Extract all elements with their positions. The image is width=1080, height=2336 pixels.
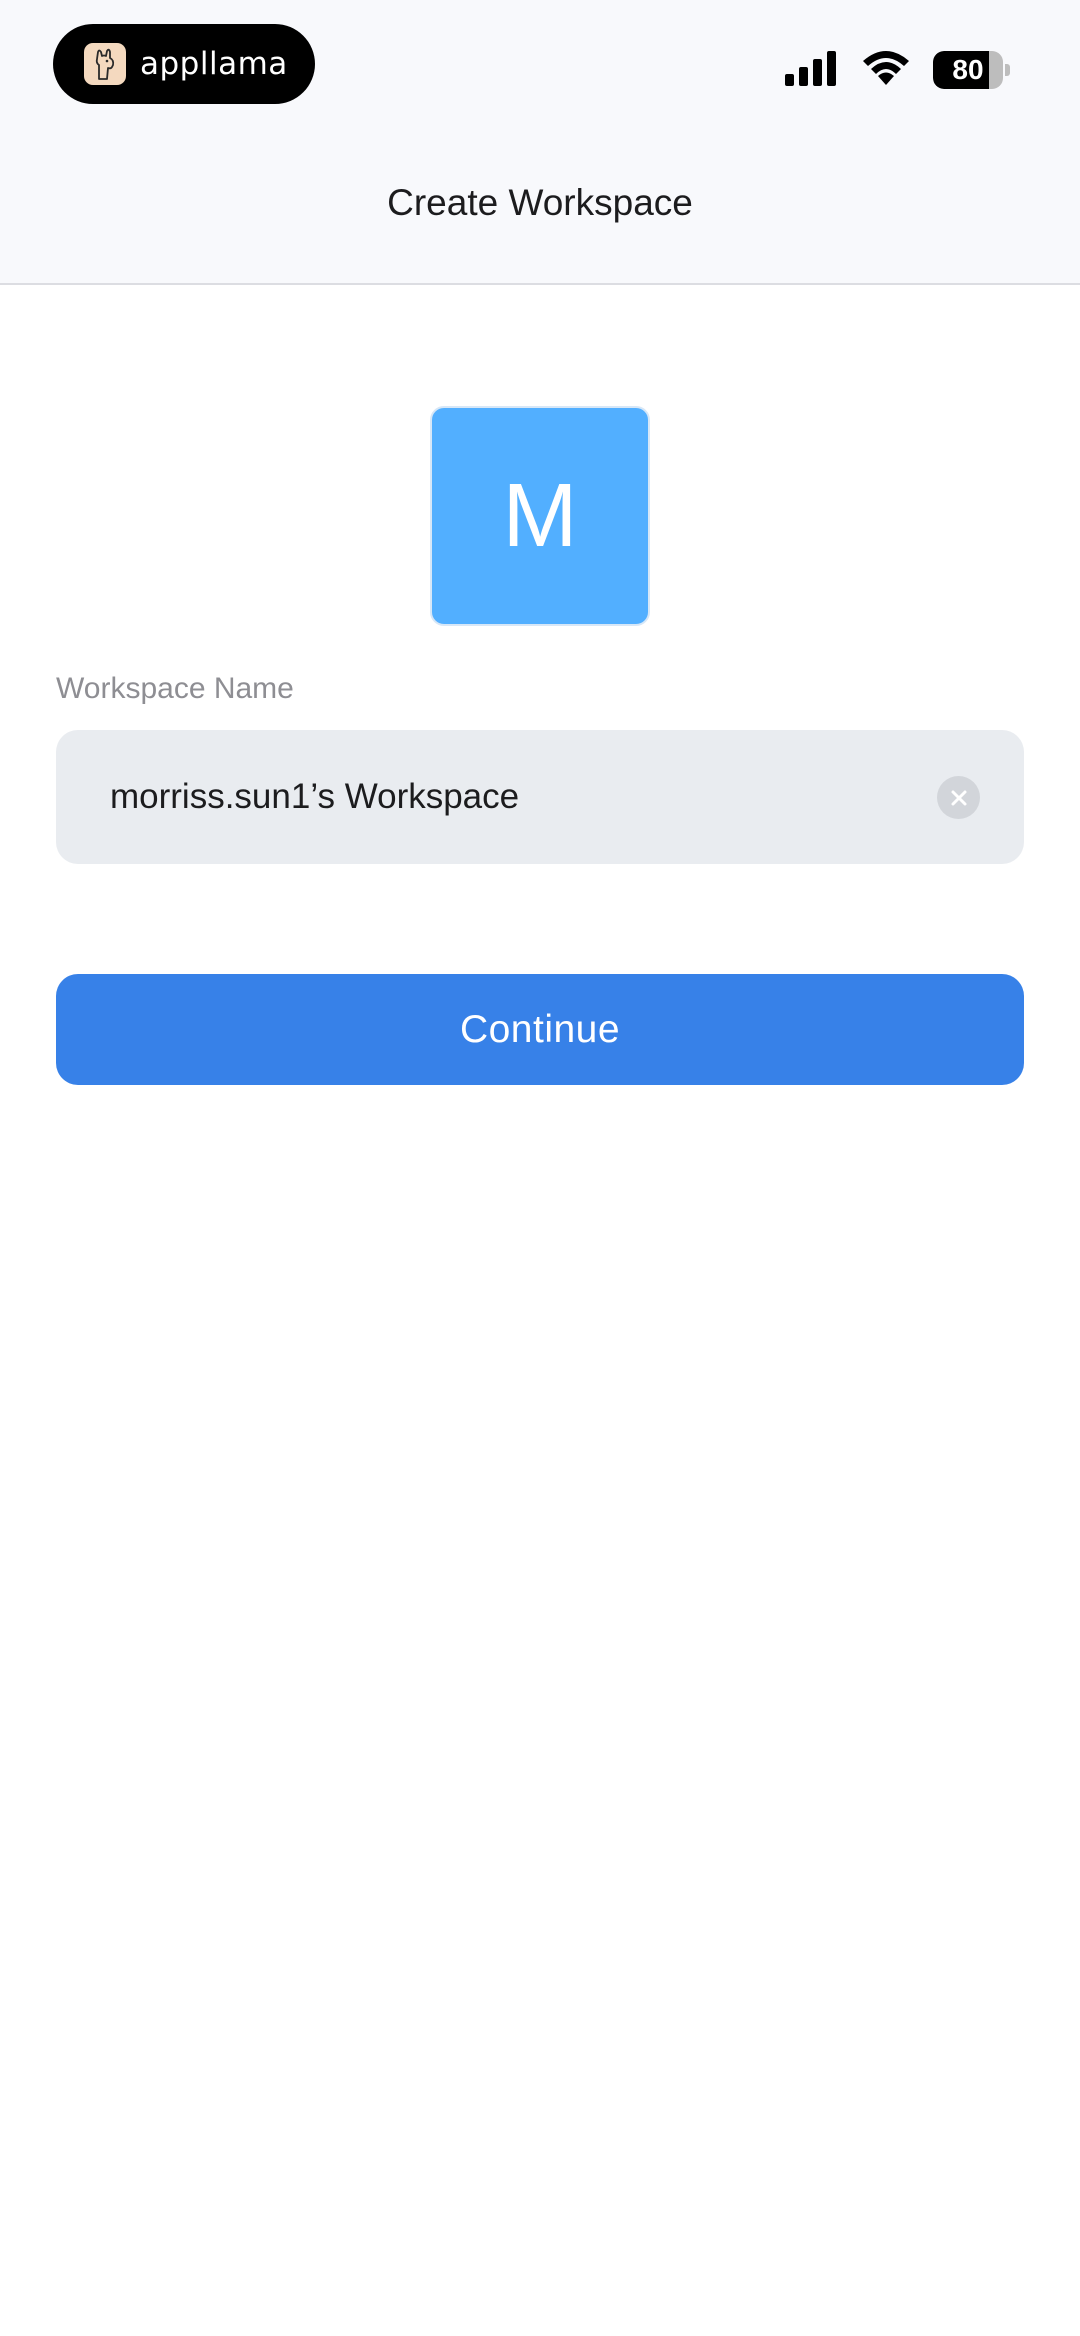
app-badge: appllama [53, 24, 315, 104]
workspace-name-input[interactable] [110, 730, 930, 864]
workspace-name-label: Workspace Name [56, 672, 294, 705]
clear-icon[interactable] [937, 776, 980, 819]
navigation-header: appllama 80 Create Workspace [0, 0, 1080, 285]
continue-button[interactable]: Continue [56, 974, 1024, 1085]
cellular-signal-icon [785, 50, 839, 91]
battery-indicator: 80 [933, 51, 1010, 89]
app-badge-label: appllama [140, 46, 288, 82]
battery-level: 80 [952, 54, 984, 85]
wifi-icon [861, 49, 911, 92]
battery-cap [1005, 64, 1010, 76]
battery-icon: 80 [933, 51, 1003, 89]
llama-logo-icon [84, 43, 126, 85]
workspace-name-field[interactable] [56, 730, 1024, 864]
page-title: Create Workspace [387, 182, 693, 223]
workspace-avatar[interactable]: M [430, 406, 650, 626]
status-icons: 80 [785, 48, 1010, 92]
